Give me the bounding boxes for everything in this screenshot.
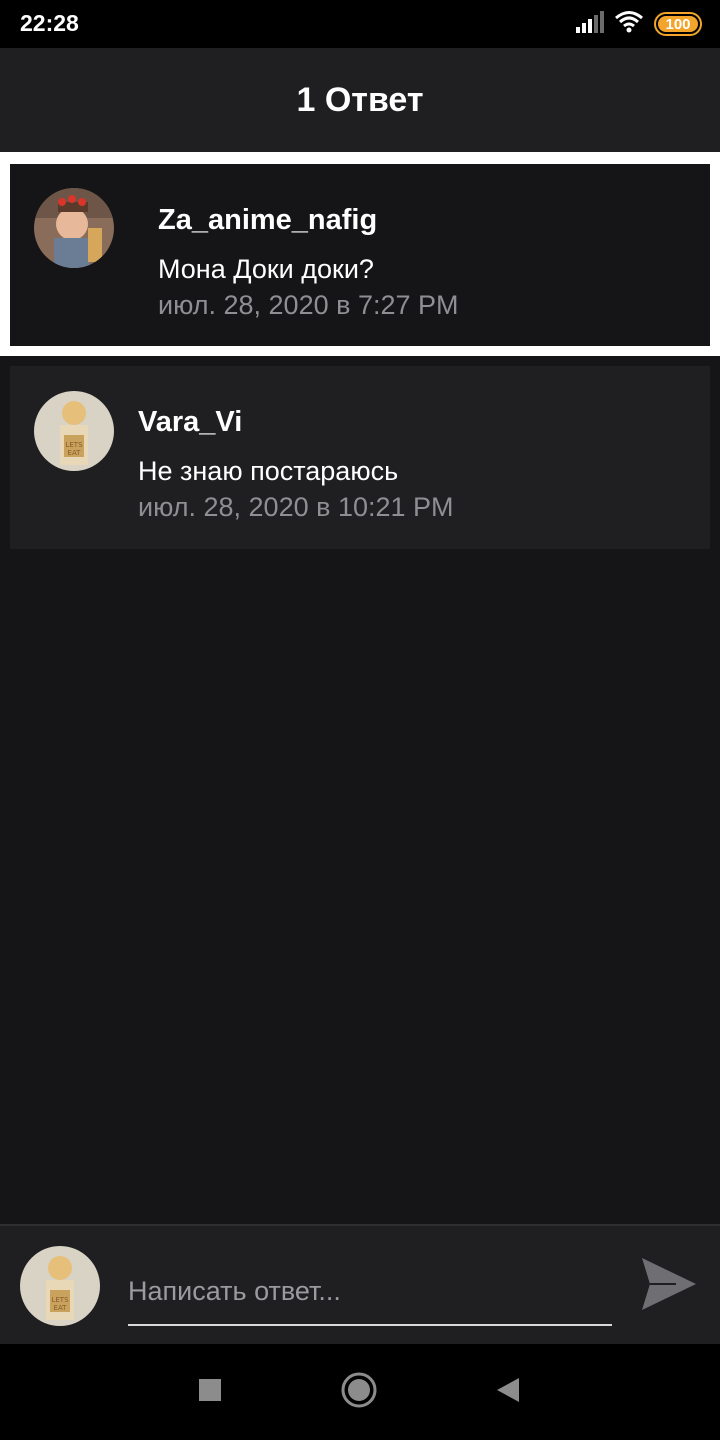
svg-text:EAT: EAT xyxy=(54,1304,68,1312)
parent-comment-highlight: Za_anime_nafig Мона Доки доки? июл. 28, … xyxy=(0,152,720,356)
page-title: 1 Ответ xyxy=(296,80,424,119)
status-bar: 22:28 100 xyxy=(0,0,720,48)
back-icon xyxy=(495,1376,521,1409)
header: 1 Ответ xyxy=(0,48,720,152)
recent-apps-icon xyxy=(198,1378,222,1407)
svg-text:EAT: EAT xyxy=(68,449,82,457)
comment-author[interactable]: Za_anime_nafig xyxy=(158,204,377,237)
send-button[interactable] xyxy=(640,1256,698,1312)
avatar: LETS EAT xyxy=(20,1246,100,1326)
comment-date: июл. 28, 2020 в 7:27 PM xyxy=(158,290,459,320)
back-button[interactable] xyxy=(488,1372,528,1412)
svg-text:LETS: LETS xyxy=(51,1296,69,1304)
send-icon xyxy=(640,1258,698,1316)
comment-text: Не знаю постараюсь xyxy=(138,456,399,486)
comment-author[interactable]: Vara_Vi xyxy=(138,406,242,439)
svg-text:LETS: LETS xyxy=(65,441,83,449)
comment-text: Мона Доки доки? xyxy=(158,254,374,284)
home-icon xyxy=(340,1371,378,1414)
avatar[interactable]: LETS EAT xyxy=(34,391,114,471)
reply-comment[interactable]: LETS EAT Vara_Vi Не знаю постараюсь июл.… xyxy=(10,366,710,549)
parent-comment[interactable]: Za_anime_nafig Мона Доки доки? июл. 28, … xyxy=(10,164,710,346)
avatar[interactable] xyxy=(34,188,114,268)
home-button[interactable] xyxy=(339,1372,379,1412)
wifi-icon xyxy=(614,10,644,39)
comment-date: июл. 28, 2020 в 10:21 PM xyxy=(138,492,454,522)
battery-icon: 100 xyxy=(654,12,702,36)
navigation-bar xyxy=(0,1344,720,1440)
status-icons: 100 xyxy=(576,10,702,38)
reply-composer: LETS EAT xyxy=(0,1224,720,1344)
status-time: 22:28 xyxy=(20,10,79,36)
signal-icon xyxy=(576,10,604,38)
reply-input[interactable] xyxy=(128,1258,612,1326)
battery-level: 100 xyxy=(665,15,691,33)
recent-apps-button[interactable] xyxy=(190,1372,230,1412)
